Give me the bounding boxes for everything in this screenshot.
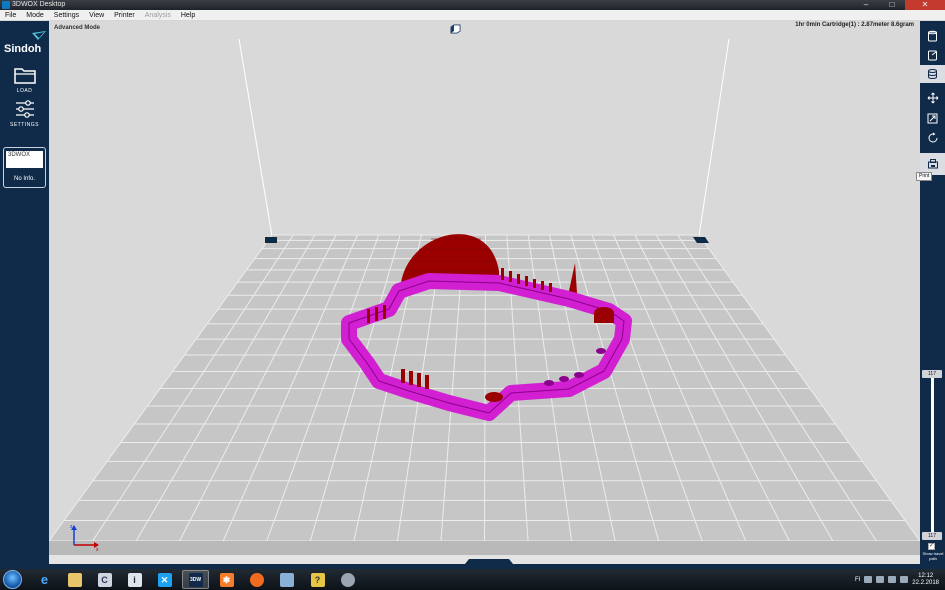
firefox-icon[interactable] xyxy=(243,570,270,589)
ccleaner-icon[interactable]: C xyxy=(91,570,118,589)
logo-text: Sindoh xyxy=(4,43,42,55)
xampp-icon[interactable]: ✱ xyxy=(213,570,240,589)
help-icon[interactable]: ? xyxy=(304,570,331,589)
3d-viewport[interactable]: z x Advanced Mode 1hr 0min Cartridge(1) … xyxy=(49,21,920,564)
scene-canvas: z x xyxy=(49,38,920,564)
tray-app-icon[interactable] xyxy=(864,576,873,583)
sindoh-logo: Sindoh xyxy=(4,31,46,57)
layers-button[interactable] xyxy=(920,65,945,83)
menu-help[interactable]: Help xyxy=(176,10,200,20)
title-bar: 3DWOX Desktop – □ ✕ xyxy=(0,0,945,10)
volume-icon[interactable] xyxy=(900,576,909,583)
print-tooltip: Print xyxy=(916,172,933,181)
minimize-button[interactable]: – xyxy=(853,0,879,10)
logo-mark-icon xyxy=(32,31,46,40)
clock-date: 22.2.2018 xyxy=(912,579,939,586)
clock[interactable]: 12:12 22.2.2018 xyxy=(912,573,939,587)
menu-file[interactable]: File xyxy=(0,10,21,20)
printer-card[interactable]: 3DWOX No Info. xyxy=(3,147,46,188)
menu-analysis: Analysis xyxy=(144,12,171,19)
rotate-icon xyxy=(928,132,937,143)
sliders-icon xyxy=(15,100,34,118)
left-sidebar: Sindoh LOAD SETTINGS 3DWOX No Info. xyxy=(0,21,49,569)
layer-slider[interactable] xyxy=(931,378,934,536)
explorer-icon[interactable] xyxy=(61,570,88,589)
cartridge-icon xyxy=(928,30,937,42)
start-button[interactable] xyxy=(3,570,22,589)
model-cylinder-body xyxy=(594,313,614,323)
close-button[interactable]: ✕ xyxy=(905,0,945,10)
move-icon xyxy=(927,92,938,104)
language-indicator[interactable]: FI xyxy=(855,577,860,583)
model-disc xyxy=(485,392,503,402)
window-controls: – □ ✕ xyxy=(853,0,945,10)
files-icon[interactable] xyxy=(273,570,300,589)
tool-icon[interactable] xyxy=(334,570,361,589)
bed-front-edge xyxy=(49,541,920,555)
printer-info: No Info. xyxy=(13,176,35,182)
ie-icon[interactable]: e xyxy=(31,570,58,589)
rotate-button[interactable] xyxy=(920,129,945,147)
menu-view[interactable]: View xyxy=(84,10,109,20)
travel-path-label: Show travel path xyxy=(922,551,944,561)
app-window: 3DWOX Desktop – □ ✕ File Mode Settings V… xyxy=(0,0,945,590)
info-icon[interactable]: i xyxy=(121,570,148,589)
material-button[interactable] xyxy=(920,46,945,64)
app-icon xyxy=(2,1,10,9)
settings-button[interactable]: SETTINGS xyxy=(0,100,49,130)
layers-icon xyxy=(928,69,937,79)
menu-printer[interactable]: Printer xyxy=(109,10,140,20)
menu-bar: File Mode Settings View Printer Analysis… xyxy=(0,10,945,21)
layer-top-value[interactable]: 117 xyxy=(922,370,942,378)
scale-button[interactable] xyxy=(920,109,945,127)
print-estimate: 1hr 0min Cartridge(1) : 2.87meter 8.6gra… xyxy=(795,22,914,28)
3dwox-icon[interactable]: 3DW xyxy=(182,570,209,589)
view-right-icon[interactable] xyxy=(449,24,461,34)
printer-name: 3DWOX xyxy=(6,151,43,168)
print-icon xyxy=(927,159,938,169)
bed-clip-left xyxy=(265,237,277,243)
layer-bottom-value[interactable]: 117 xyxy=(922,532,942,540)
folder-icon xyxy=(13,68,36,84)
flag-icon[interactable] xyxy=(876,576,885,583)
maximize-button[interactable]: □ xyxy=(879,0,905,10)
menu-mode[interactable]: Mode xyxy=(21,10,49,20)
volume-edge-left xyxy=(238,38,273,237)
material-icon xyxy=(928,50,937,61)
load-label: LOAD xyxy=(16,88,33,94)
menu-settings[interactable]: Settings xyxy=(49,10,84,20)
move-button[interactable] xyxy=(920,89,945,107)
window-title: 3DWOX Desktop xyxy=(12,1,66,8)
clock-time: 12:12 xyxy=(918,572,934,579)
system-tray: FI 12:12 22.2.2018 xyxy=(855,569,939,590)
scale-icon xyxy=(927,113,938,123)
taskbar: e C i ✕ 3DW ✱ ? FI 12:12 22.2.2018 xyxy=(0,569,945,590)
volume-edge-right xyxy=(698,38,730,237)
network-icon[interactable] xyxy=(888,576,897,583)
load-button[interactable]: LOAD xyxy=(0,66,49,96)
cartridge-button[interactable] xyxy=(920,27,945,45)
mode-label: Advanced Mode xyxy=(54,25,101,31)
twitter-icon[interactable]: ✕ xyxy=(151,570,178,589)
travel-path-checkbox[interactable]: ✓ xyxy=(928,543,935,550)
settings-label: SETTINGS xyxy=(9,122,39,128)
